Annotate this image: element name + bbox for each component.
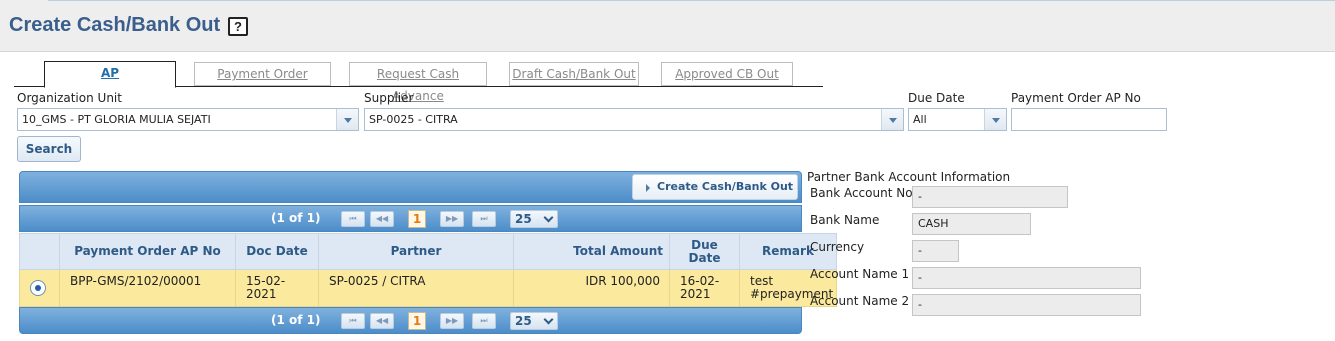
first-page-icon[interactable]: ⏮ bbox=[341, 313, 365, 329]
payment-order-no-cell: BPP-GMS/2102/00001 bbox=[59, 269, 236, 307]
org-unit-label: Organization Unit bbox=[17, 91, 122, 105]
page-size-select[interactable]: 25 bbox=[510, 210, 558, 228]
supplier-value: SP-0025 - CITRA bbox=[369, 113, 458, 126]
tab-draft-cash-bank-out[interactable]: Draft Cash/Bank Out bbox=[509, 62, 639, 86]
page-title: Create Cash/Bank Out bbox=[9, 14, 221, 36]
currency-field: - bbox=[912, 240, 959, 262]
create-cash-bank-out-label: Create Cash/Bank Out bbox=[657, 180, 794, 193]
search-button[interactable]: Search bbox=[17, 136, 81, 162]
last-page-icon[interactable]: ⏭ bbox=[472, 313, 496, 329]
row-select-cell[interactable] bbox=[19, 269, 60, 307]
tab-approved-cb-out[interactable]: Approved CB Out bbox=[661, 62, 793, 86]
bank-name-label: Bank Name bbox=[810, 213, 880, 227]
chevron-down-icon[interactable] bbox=[336, 109, 358, 130]
chevron-down-icon bbox=[543, 314, 554, 325]
chevron-down-icon[interactable] bbox=[881, 109, 903, 130]
chevron-down-icon[interactable] bbox=[984, 109, 1006, 130]
org-unit-select[interactable]: 10_GMS - PT GLORIA MULIA SEJATI bbox=[17, 108, 359, 131]
create-cash-bank-out-button[interactable]: Create Cash/Bank Out bbox=[632, 174, 798, 200]
tab-ap[interactable]: AP bbox=[44, 61, 176, 88]
prev-page-icon[interactable]: ◀◀ bbox=[370, 211, 394, 227]
due-date-label: Due Date bbox=[908, 91, 965, 105]
last-page-icon[interactable]: ⏭ bbox=[472, 211, 496, 227]
column-header[interactable]: Total Amount bbox=[513, 233, 670, 270]
bank-account-no-field: - bbox=[912, 186, 1068, 208]
payment-order-label: Payment Order AP No bbox=[1011, 91, 1141, 105]
currency-label: Currency bbox=[810, 240, 865, 254]
column-header[interactable]: Payment Order AP No bbox=[59, 233, 236, 270]
account-name-1-label: Account Name 1 bbox=[810, 267, 910, 281]
tab-request-cash-advance[interactable]: Request Cash Advance bbox=[349, 62, 487, 103]
column-header[interactable]: Doc Date bbox=[235, 233, 319, 270]
page-size-value: 25 bbox=[515, 212, 532, 226]
select-column-header bbox=[19, 233, 60, 270]
page-size-value: 25 bbox=[515, 314, 532, 328]
account-name-1-field: - bbox=[912, 267, 1141, 289]
row-radio[interactable] bbox=[30, 280, 46, 296]
prev-page-icon[interactable]: ◀◀ bbox=[370, 313, 394, 329]
bank-account-no-label: Bank Account No bbox=[810, 186, 913, 200]
tab-payment-order[interactable]: Payment Order bbox=[194, 62, 331, 86]
column-header[interactable]: Partner bbox=[318, 233, 514, 270]
current-page[interactable]: 1 bbox=[408, 210, 426, 228]
due-date-cell: 16-02-2021 bbox=[669, 269, 740, 307]
pager-info: (1 of 1) bbox=[271, 313, 321, 327]
table-header-row: Payment Order AP No Doc Date Partner Tot… bbox=[19, 233, 837, 270]
supplier-select[interactable]: SP-0025 - CITRA bbox=[364, 108, 904, 131]
account-name-2-label: Account Name 2 bbox=[810, 294, 910, 308]
help-icon[interactable]: ? bbox=[228, 17, 248, 36]
bank-name-field: CASH bbox=[912, 213, 1031, 235]
total-amount-cell: IDR 100,000 bbox=[513, 269, 670, 307]
page-header: Create Cash/Bank Out ? bbox=[0, 0, 1335, 52]
first-page-icon[interactable]: ⏮ bbox=[341, 211, 365, 227]
payment-order-table: Payment Order AP No Doc Date Partner Tot… bbox=[19, 233, 837, 307]
due-date-value: All bbox=[913, 113, 927, 126]
supplier-label: Supplier bbox=[364, 91, 414, 105]
pager-info: (1 of 1) bbox=[271, 211, 321, 225]
due-date-select[interactable]: All bbox=[908, 108, 1007, 131]
next-page-icon[interactable]: ▶▶ bbox=[440, 211, 464, 227]
table-row[interactable]: BPP-GMS/2102/00001 15-02-2021 SP-0025 / … bbox=[19, 269, 837, 307]
current-page[interactable]: 1 bbox=[408, 312, 426, 330]
doc-date-cell: 15-02-2021 bbox=[235, 269, 319, 307]
partner-cell: SP-0025 / CITRA bbox=[318, 269, 514, 307]
pager-top: (1 of 1) ⏮ ◀◀ 1 ▶▶ ⏭ 25 bbox=[19, 205, 802, 232]
play-icon bbox=[646, 184, 650, 192]
header-divider bbox=[48, 0, 1335, 1]
payment-order-input[interactable] bbox=[1011, 108, 1167, 131]
pager-bottom: (1 of 1) ⏮ ◀◀ 1 ▶▶ ⏭ 25 bbox=[19, 307, 802, 334]
account-name-2-field: - bbox=[912, 294, 1141, 316]
page-size-select[interactable]: 25 bbox=[510, 312, 558, 330]
chevron-down-icon bbox=[543, 212, 554, 223]
bank-info-title: Partner Bank Account Information bbox=[807, 170, 1011, 184]
next-page-icon[interactable]: ▶▶ bbox=[440, 313, 464, 329]
org-unit-value: 10_GMS - PT GLORIA MULIA SEJATI bbox=[22, 113, 211, 126]
column-header[interactable]: Due Date bbox=[669, 233, 740, 270]
